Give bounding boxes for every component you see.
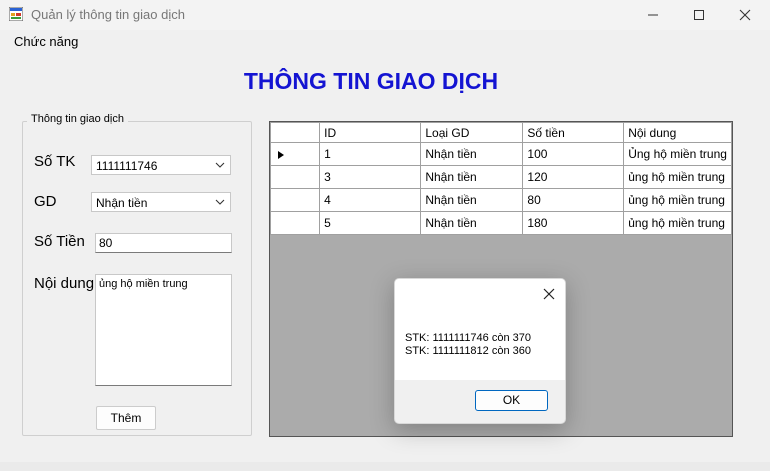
current-row-arrow-icon: [278, 151, 284, 159]
cell-loai-gd[interactable]: Nhận tiền: [420, 142, 524, 166]
row-header[interactable]: [270, 188, 321, 212]
table-row[interactable]: 4 Nhận tiền 80 ủng hộ miền trung: [270, 188, 732, 212]
cell-noi-dung[interactable]: ủng hộ miền trung: [623, 211, 732, 235]
cell-so-tien[interactable]: 120: [522, 165, 625, 189]
col-header-id[interactable]: ID: [319, 122, 422, 143]
dialog-message: STK: 1111111746 còn 370 STK: 1111111812 …: [405, 332, 531, 358]
cell-id[interactable]: 4: [319, 188, 422, 212]
gd-combobox[interactable]: Nhận tiền: [91, 192, 231, 212]
col-header-noi-dung[interactable]: Nội dung: [623, 122, 732, 143]
table-row[interactable]: 3 Nhận tiền 120 ủng hộ miền trung: [270, 165, 732, 189]
so-tien-label: Số Tiền: [34, 233, 85, 250]
cell-so-tien[interactable]: 100: [522, 142, 625, 166]
cell-loai-gd[interactable]: Nhận tiền: [420, 211, 524, 235]
group-title: Thông tin giao dịch: [27, 113, 128, 125]
dialog-line: STK: 1111111812 còn 360: [405, 345, 531, 357]
transactions-table: ID Loại GD Số tiền Nội dung 1 Nhận tiền …: [270, 122, 732, 235]
corner-header: [270, 122, 321, 143]
table-row[interactable]: 1 Nhận tiền 100 Ủng hộ miền trung: [270, 142, 732, 166]
cell-noi-dung[interactable]: ủng hộ miền trung: [623, 188, 732, 212]
table-row[interactable]: 5 Nhận tiền 180 ủng hộ miền trung: [270, 211, 732, 235]
row-header[interactable]: [270, 142, 321, 166]
menu-bar: Chức năng: [0, 30, 770, 54]
noi-dung-label: Nội dung: [34, 275, 95, 292]
noi-dung-textarea[interactable]: ủng hộ miền trung: [95, 274, 232, 386]
chevron-down-icon: [215, 199, 225, 205]
stk-combobox[interactable]: 1111111746: [91, 155, 231, 175]
close-button[interactable]: [722, 0, 768, 30]
menu-chuc-nang[interactable]: Chức năng: [8, 34, 84, 49]
so-tien-input[interactable]: 80: [95, 233, 232, 253]
cell-so-tien[interactable]: 180: [522, 211, 625, 235]
maximize-icon: [694, 10, 704, 20]
col-header-so-tien[interactable]: Số tiền: [522, 122, 625, 143]
stk-value: 1111111746: [96, 159, 158, 173]
close-icon[interactable]: [543, 288, 555, 300]
message-box: STK: 1111111746 còn 370 STK: 1111111812 …: [394, 278, 566, 424]
page-heading: THÔNG TIN GIAO DỊCH: [243, 68, 499, 94]
cell-noi-dung[interactable]: ủng hộ miền trung: [623, 165, 732, 189]
cell-id[interactable]: 3: [319, 165, 422, 189]
dialog-title-bar: [395, 279, 565, 308]
row-header[interactable]: [270, 211, 321, 235]
cell-id[interactable]: 1: [319, 142, 422, 166]
cell-loai-gd[interactable]: Nhận tiền: [420, 188, 524, 212]
cell-noi-dung[interactable]: Ủng hộ miền trung: [623, 142, 732, 166]
minimize-icon: [648, 14, 658, 16]
main-window: Quản lý thông tin giao dịch Chức năng TH…: [0, 0, 770, 471]
minimize-button[interactable]: [630, 0, 676, 30]
gd-label: GD: [34, 193, 57, 210]
close-icon: [739, 9, 751, 21]
cell-so-tien[interactable]: 80: [522, 188, 625, 212]
chevron-down-icon: [215, 162, 225, 168]
ok-button[interactable]: OK: [475, 390, 548, 411]
cell-loai-gd[interactable]: Nhận tiền: [420, 165, 524, 189]
cell-id[interactable]: 5: [319, 211, 422, 235]
stk-label: Số TK: [34, 153, 76, 170]
app-icon: [9, 7, 23, 21]
maximize-button[interactable]: [676, 0, 722, 30]
them-button[interactable]: Thêm: [96, 406, 156, 430]
title-bar[interactable]: Quản lý thông tin giao dịch: [0, 0, 770, 30]
dialog-line: STK: 1111111746 còn 370: [405, 332, 531, 344]
gd-value: Nhận tiền: [96, 196, 148, 210]
taskbar-edge: [0, 462, 770, 471]
col-header-loai-gd[interactable]: Loại GD: [420, 122, 524, 143]
row-header[interactable]: [270, 165, 321, 189]
header-row: ID Loại GD Số tiền Nội dung: [270, 122, 732, 143]
window-title: Quản lý thông tin giao dịch: [31, 7, 185, 22]
